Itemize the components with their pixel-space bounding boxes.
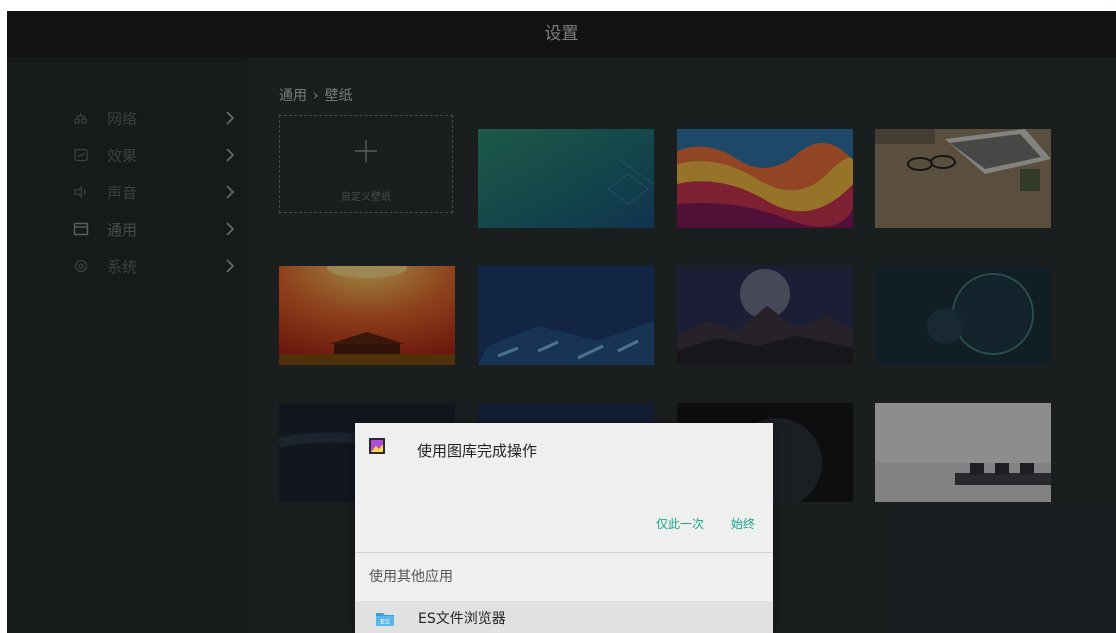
app-option-es-file-explorer[interactable]: ES ES文件浏览器 (355, 601, 773, 633)
dialog-title: 使用图库完成操作 (417, 442, 538, 460)
svg-text:ES: ES (380, 619, 390, 626)
app-name: ES文件浏览器 (418, 611, 506, 627)
always-button[interactable]: 始终 (731, 515, 755, 532)
open-with-dialog: 使用图库完成操作 仅此一次 始终 使用其他应用 ES ES文件浏览器 (355, 423, 773, 633)
settings-screen: 设置 网络 效果 声音 通用 系统 通用 › 壁纸 自定义壁纸 使用图库完成操作… (7, 11, 1116, 633)
other-apps-label: 使用其他应用 (369, 569, 453, 585)
just-once-button[interactable]: 仅此一次 (656, 515, 704, 532)
dialog-divider (355, 552, 773, 553)
es-file-explorer-icon: ES (376, 613, 394, 626)
gallery-app-icon (369, 438, 385, 454)
